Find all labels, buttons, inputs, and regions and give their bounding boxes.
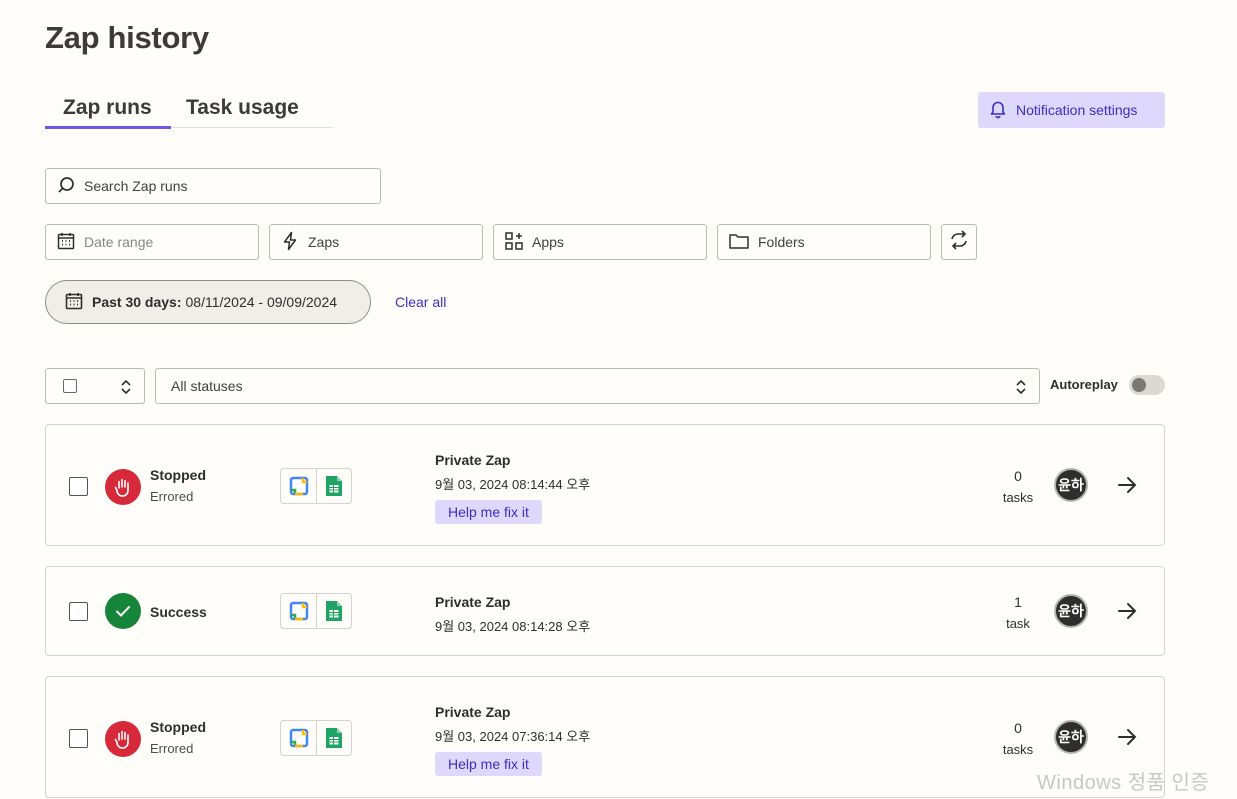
chevron-updown-icon	[120, 379, 132, 400]
zap-name[interactable]: Private Zap	[435, 452, 510, 468]
date-range-filter[interactable]: Date range	[45, 224, 259, 260]
calendar-icon	[46, 231, 84, 254]
bell-icon	[978, 99, 1016, 122]
zaps-label: Zaps	[308, 234, 340, 250]
zap-run-row[interactable]: Stopped Errored Private Zap 9월 03, 2024 …	[45, 424, 1165, 546]
status-subtitle: Errored	[150, 741, 194, 756]
folder-icon	[718, 231, 758, 254]
zaps-filter[interactable]: Zaps	[269, 224, 483, 260]
row-checkbox[interactable]	[69, 477, 88, 496]
search-icon	[46, 175, 84, 198]
status-title: Stopped	[150, 719, 206, 735]
avatar: 윤하	[1054, 468, 1088, 502]
help-me-fix-button[interactable]: Help me fix it	[435, 752, 542, 776]
help-me-fix-button[interactable]: Help me fix it	[435, 500, 542, 524]
stopped-hand-icon	[105, 721, 141, 757]
search-input[interactable]: Search Zap runs	[45, 168, 381, 204]
tab-task-usage[interactable]: Task usage	[186, 96, 299, 120]
bulk-select-dropdown[interactable]	[45, 368, 145, 404]
date-range-label: Date range	[84, 234, 154, 250]
windows-activation-watermark: Windows 정품 인증	[1037, 772, 1210, 794]
arrow-right-icon[interactable]	[1116, 601, 1138, 626]
run-timestamp: 9월 03, 2024 08:14:28 오후	[435, 619, 591, 634]
google-sheets-icon	[316, 594, 351, 628]
app-icons-group	[280, 720, 352, 756]
avatar: 윤하	[1054, 594, 1088, 628]
task-unit: task	[1006, 616, 1030, 631]
google-sheets-icon	[316, 721, 351, 755]
tab-bar: Zap runs Task usage	[45, 92, 333, 129]
autoreplay-toggle[interactable]	[1129, 375, 1165, 395]
zap-run-row[interactable]: Stopped Errored Private Zap 9월 03, 2024 …	[45, 676, 1165, 798]
clear-all-link[interactable]: Clear all	[395, 294, 446, 310]
status-subtitle: Errored	[150, 489, 194, 504]
status-title: Stopped	[150, 467, 206, 483]
notification-settings-button[interactable]: Notification settings	[978, 92, 1165, 128]
run-timestamp: 9월 03, 2024 07:36:14 오후	[435, 729, 591, 744]
zap-name[interactable]: Private Zap	[435, 594, 510, 610]
autoreplay-label: Autoreplay	[1050, 377, 1118, 392]
task-count: 0	[1014, 720, 1022, 736]
date-filter-value: 08/11/2024 - 09/09/2024	[185, 294, 338, 310]
status-title: Success	[150, 604, 207, 620]
notification-settings-label: Notification settings	[1016, 102, 1138, 118]
chevron-updown-icon	[1015, 379, 1027, 398]
refresh-button[interactable]	[941, 224, 977, 260]
google-calendar-icon	[281, 594, 316, 628]
date-filter-label: Past 30 days:	[92, 294, 182, 310]
task-count: 1	[1014, 594, 1022, 610]
avatar: 윤하	[1054, 720, 1088, 754]
stopped-hand-icon	[105, 469, 141, 505]
zap-name[interactable]: Private Zap	[435, 704, 510, 720]
task-unit: tasks	[1002, 490, 1034, 505]
calendar-icon	[46, 291, 92, 314]
active-date-filter-chip[interactable]: Past 30 days: 08/11/2024 - 09/09/2024	[45, 280, 371, 324]
status-select[interactable]: All statuses	[155, 368, 1040, 404]
folders-label: Folders	[758, 234, 805, 250]
task-count: 0	[1014, 468, 1022, 484]
success-check-icon	[105, 593, 141, 629]
google-calendar-icon	[281, 721, 316, 755]
status-select-value: All statuses	[171, 378, 243, 394]
apps-grid-icon	[494, 231, 532, 254]
active-tab-indicator	[45, 126, 171, 129]
row-checkbox[interactable]	[69, 602, 88, 621]
zap-run-row[interactable]: Success Private Zap 9월 03, 2024 08:14:28…	[45, 566, 1165, 656]
google-sheets-icon	[316, 469, 351, 503]
folders-filter[interactable]: Folders	[717, 224, 931, 260]
task-unit: tasks	[1002, 742, 1034, 757]
refresh-icon	[948, 229, 970, 256]
toggle-knob	[1132, 378, 1146, 392]
search-placeholder: Search Zap runs	[84, 178, 188, 194]
apps-label: Apps	[532, 234, 564, 250]
apps-filter[interactable]: Apps	[493, 224, 707, 260]
select-all-checkbox[interactable]	[63, 379, 77, 393]
run-timestamp: 9월 03, 2024 08:14:44 오후	[435, 477, 591, 492]
app-icons-group	[280, 468, 352, 504]
lightning-icon	[270, 231, 308, 254]
google-calendar-icon	[281, 469, 316, 503]
app-icons-group	[280, 593, 352, 629]
arrow-right-icon[interactable]	[1116, 475, 1138, 500]
row-checkbox[interactable]	[69, 729, 88, 748]
tab-zap-runs[interactable]: Zap runs	[63, 96, 152, 120]
page-title: Zap history	[45, 20, 209, 55]
arrow-right-icon[interactable]	[1116, 727, 1138, 752]
